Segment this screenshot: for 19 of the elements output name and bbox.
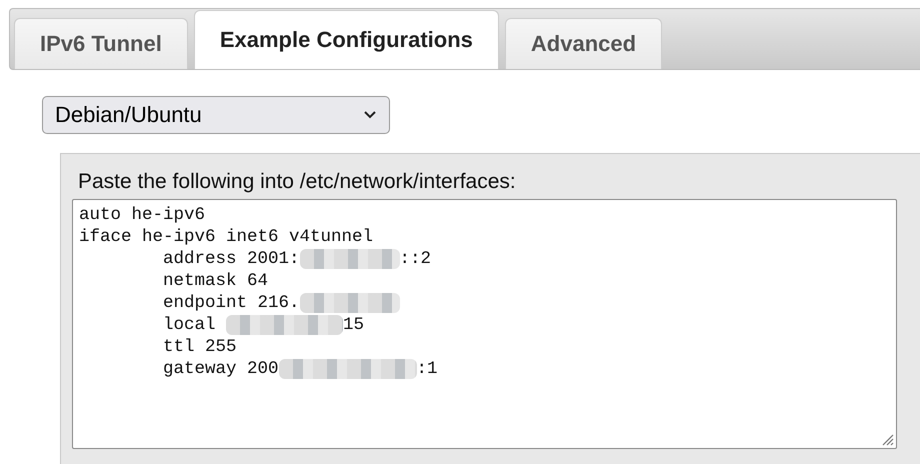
- code-text: endpoint 216.: [162, 292, 300, 314]
- tab[interactable]: IPv6 Tunnel: [14, 18, 188, 69]
- code-text: iface he-ipv6 inet6 v4tunnel: [79, 226, 374, 248]
- tab[interactable]: Advanced: [504, 18, 662, 69]
- code-text: gateway 200: [162, 358, 279, 380]
- config-textarea[interactable]: auto he-ipv6 iface he-ipv6 inet6 v4tunnel address 2001: ::2 netmask 64 endpoint 216. local 15 ttl 255 gateway 200 :1: [72, 199, 897, 449]
- code-text: 15: [343, 314, 364, 336]
- code-text: ::2: [400, 248, 432, 270]
- code-text: :1: [416, 358, 438, 380]
- code-text: ttl 255: [162, 336, 237, 358]
- code-text: local: [162, 314, 217, 336]
- resize-grip-icon[interactable]: [880, 432, 894, 446]
- instruction-label: Paste the following into /etc/network/interfaces:: [78, 170, 517, 194]
- os-dropdown[interactable]: Debian/Ubuntu: [42, 96, 390, 134]
- tab[interactable]: Example Configurations: [194, 10, 499, 69]
- chevron-down-icon: [363, 110, 377, 120]
- code-text: netmask 64: [162, 270, 268, 292]
- code-text: address 2001:: [162, 248, 300, 270]
- code-text: auto he-ipv6: [79, 204, 206, 226]
